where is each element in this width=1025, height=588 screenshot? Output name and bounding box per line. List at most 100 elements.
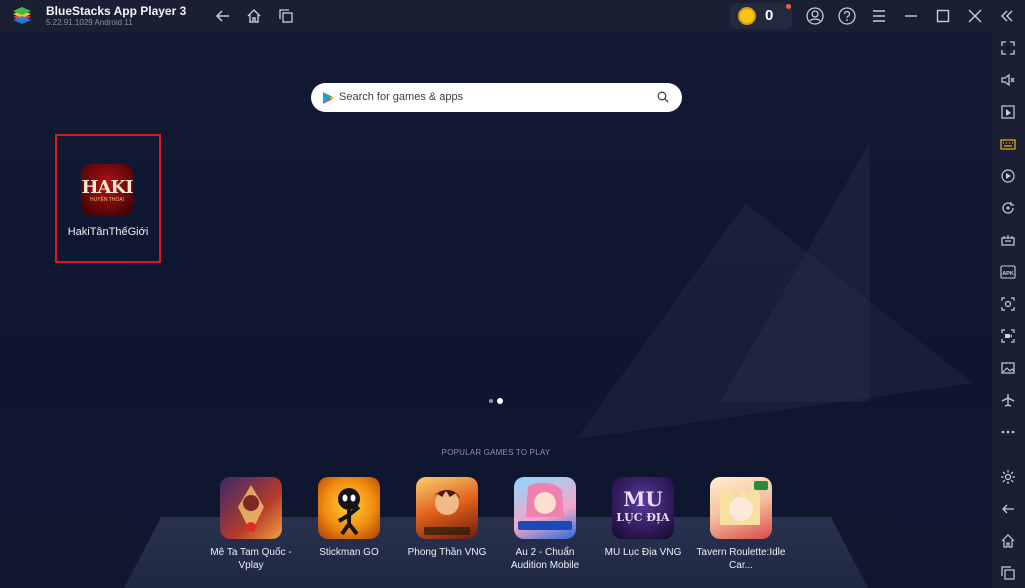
menu-icon [873, 10, 885, 22]
game-label: Mê Ta Tam Quốc - Vplay [210, 547, 292, 571]
page-dot[interactable] [489, 399, 493, 403]
game-icon[interactable] [514, 477, 576, 539]
stickman-icon [337, 488, 361, 536]
coin-count: 0 [765, 7, 774, 24]
help-button[interactable] [837, 6, 857, 26]
back-icon [215, 10, 229, 22]
home-button[interactable] [244, 6, 264, 26]
install-apk-button[interactable]: APK [998, 262, 1018, 282]
game-label: Stickman GO [319, 547, 379, 558]
app-icon-subtext: HUYỀN THOẠI [89, 197, 125, 203]
popular-game[interactable]: Mê Ta Tam Quốc - Vplay [206, 477, 296, 572]
tavern-girl-icon [720, 481, 768, 525]
keyboard-icon [1000, 139, 1016, 150]
home-icon [247, 9, 261, 23]
popular-game[interactable]: Phong Thần VNG [402, 477, 492, 559]
media-folder-icon [1001, 105, 1015, 119]
account-icon [806, 7, 824, 25]
fullscreen-button[interactable] [998, 38, 1018, 58]
more-icon [1001, 430, 1015, 434]
rotate-icon [1002, 202, 1014, 214]
game-icon[interactable] [318, 477, 380, 539]
installed-app-tile[interactable]: HAKI HUYỀN THOẠI HakiTânThếGiới [55, 134, 161, 263]
android-home-button[interactable] [998, 531, 1018, 551]
game-icon[interactable] [710, 477, 772, 539]
android-back-button[interactable] [998, 499, 1018, 519]
app-name: HakiTânThếGiới [67, 226, 149, 238]
macro-button[interactable] [998, 166, 1018, 186]
fullscreen-icon [1001, 41, 1015, 55]
game-label: Au 2 - Chuẩn Audition Mobile [510, 547, 580, 571]
rotate-button[interactable] [998, 198, 1018, 218]
popular-game[interactable]: Au 2 - Chuẩn Audition Mobile [500, 477, 590, 572]
minimize-button[interactable] [901, 6, 921, 26]
search-icon[interactable] [657, 91, 669, 103]
more-button[interactable] [998, 422, 1018, 442]
multi-instance-manager-icon [1001, 235, 1015, 246]
home-icon [1001, 534, 1015, 548]
popular-games-title: POPULAR GAMES TO PLAY [441, 448, 551, 457]
collapse-sidebar-icon [1001, 10, 1013, 22]
coin-icon [738, 7, 756, 25]
search-bar[interactable]: Search for games & apps [311, 83, 682, 112]
game-label: Phong Thần VNG [407, 547, 487, 558]
bluestacks-logo-icon [13, 7, 31, 24]
app-icon-logo-text: HAKI [81, 177, 133, 198]
page-dot-active[interactable] [497, 398, 503, 404]
macro-icon [1001, 169, 1015, 183]
multi-instance-icon [279, 9, 293, 23]
media-folder-button[interactable] [998, 102, 1018, 122]
close-button[interactable] [965, 6, 985, 26]
game-icon[interactable] [220, 477, 282, 539]
volume-icon [1001, 73, 1015, 87]
keyboard-controls-button[interactable] [998, 134, 1018, 154]
search-placeholder: Search for games & apps [339, 91, 464, 103]
recent-apps-icon [1001, 566, 1015, 580]
background-decoration [547, 175, 973, 439]
help-icon [838, 7, 856, 25]
volume-button[interactable] [998, 70, 1018, 90]
game-icon-subtitle: LỤC ĐỊA [616, 511, 670, 524]
popular-game[interactable]: MU LỤC ĐỊA MU Lục Địa VNG [598, 477, 688, 559]
bluestacks-window: BlueStacks App Player 3 5.22.91.1029 And… [0, 0, 1025, 588]
game-icon[interactable] [416, 477, 478, 539]
multi-instance-button[interactable] [276, 6, 296, 26]
account-button[interactable] [805, 6, 825, 26]
multi-instance-manager-button[interactable] [998, 230, 1018, 250]
warrior-icon [238, 485, 264, 533]
settings-button[interactable] [998, 467, 1018, 487]
back-icon [1002, 504, 1014, 514]
app-title: BlueStacks App Player 3 [46, 4, 187, 18]
coins-button[interactable]: 0 [730, 3, 792, 29]
play-store-icon [323, 92, 334, 104]
close-icon [968, 9, 982, 23]
minimize-icon [905, 15, 917, 17]
dancer-icon [518, 482, 572, 530]
menu-button[interactable] [869, 6, 889, 26]
airplane-mode-button[interactable] [998, 390, 1018, 410]
screenshot-button[interactable] [998, 294, 1018, 314]
screenshot-icon [1001, 297, 1015, 311]
settings-icon [1001, 470, 1015, 484]
media-manager-button[interactable] [998, 358, 1018, 378]
record-button[interactable] [998, 326, 1018, 346]
game-icon-logo: MU [623, 487, 663, 511]
back-button[interactable] [213, 6, 233, 26]
svg-text:APK: APK [1002, 271, 1014, 277]
popular-game[interactable]: Tavern Roulette:Idle Car... [696, 477, 786, 572]
right-toolbar: APK [992, 32, 1025, 588]
maximize-button[interactable] [933, 6, 953, 26]
game-icon[interactable]: MU LỤC ĐỊA [612, 477, 674, 539]
popular-game[interactable]: Stickman GO [304, 477, 394, 559]
notification-dot [786, 4, 791, 9]
record-icon [1001, 329, 1015, 343]
app-version: 5.22.91.1029 Android 11 [46, 18, 133, 27]
airplane-mode-icon [1001, 394, 1015, 407]
game-label: Tavern Roulette:Idle Car... [696, 547, 786, 571]
recent-apps-button[interactable] [998, 563, 1018, 583]
maximize-icon [936, 9, 950, 23]
haki-app-icon[interactable]: HAKI HUYỀN THOẠI [81, 164, 133, 216]
collapse-sidebar-button[interactable] [997, 6, 1017, 26]
apk-install-icon: APK [1000, 265, 1016, 279]
hero-icon [424, 490, 470, 535]
